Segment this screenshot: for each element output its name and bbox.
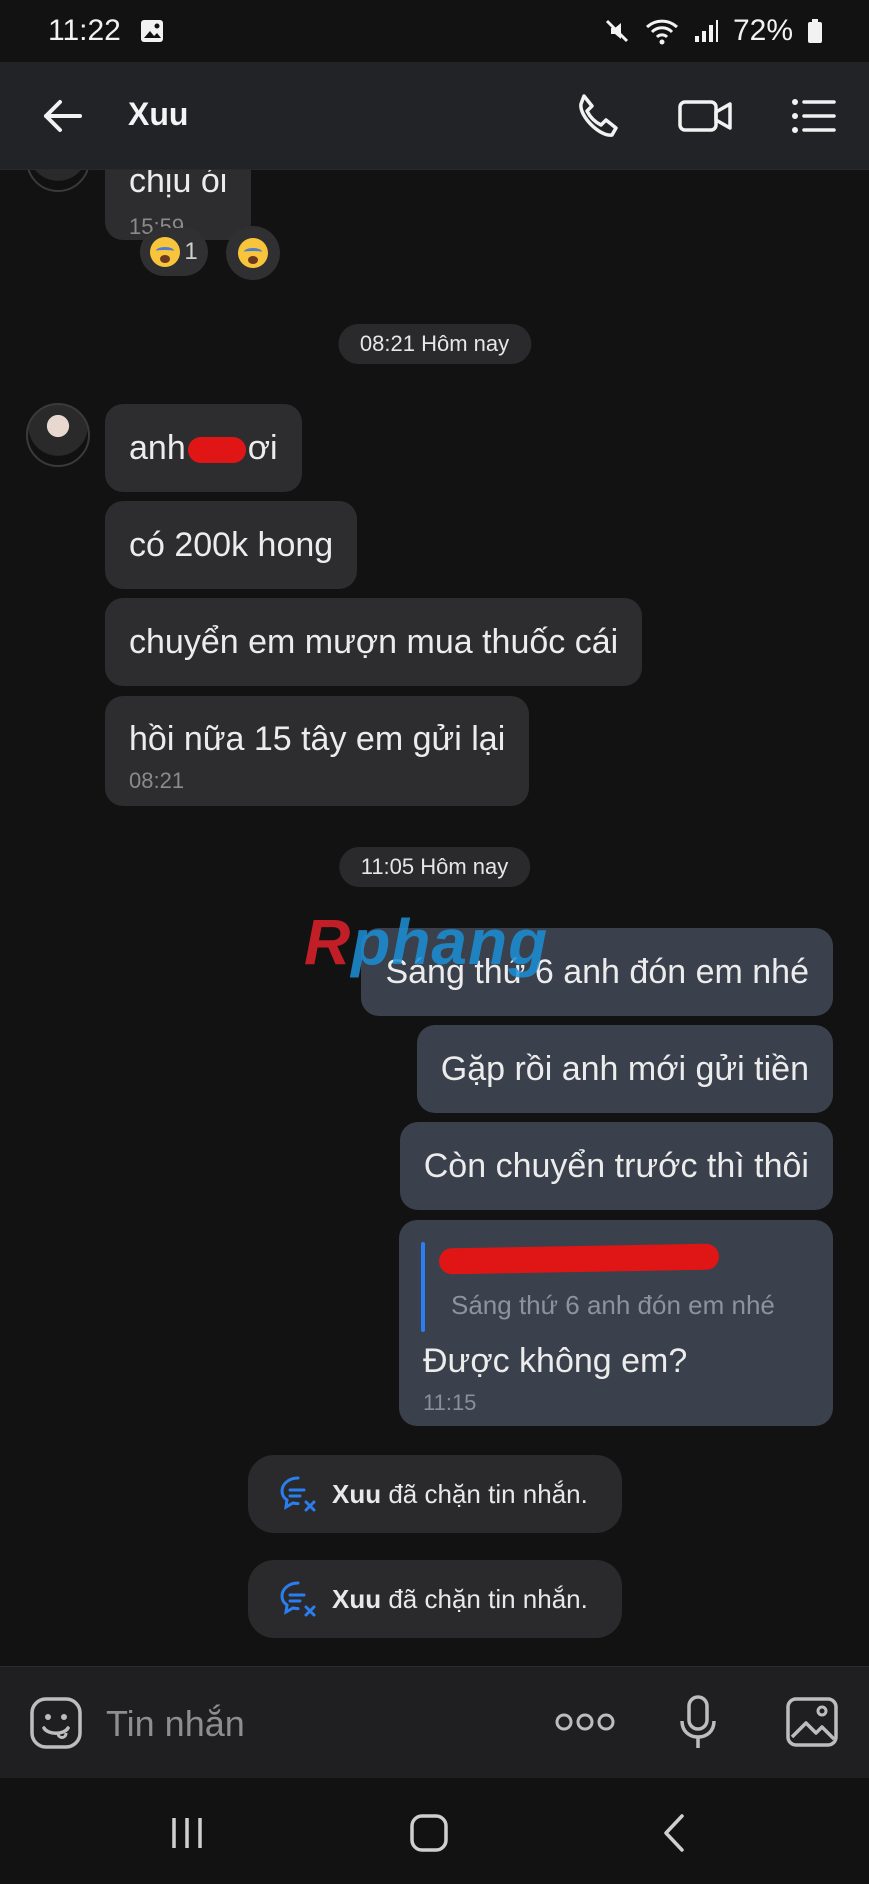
- back-nav-icon[interactable]: [650, 1808, 700, 1858]
- status-bar: 11:22 72%: [0, 0, 869, 62]
- chat-header: Xuu: [0, 62, 869, 170]
- watermark-logo: Rphang: [304, 905, 548, 979]
- message-bubble-outgoing[interactable]: Gặp rồi anh mới gửi tiền: [416, 1025, 833, 1113]
- signal-icon: [694, 20, 718, 42]
- wifi-icon: [645, 19, 678, 45]
- message-text-end: ơi: [247, 429, 278, 467]
- message-text: chuyển em mượn mua thuốc cái: [129, 623, 619, 661]
- recent-apps-icon[interactable]: [162, 1808, 212, 1858]
- message-text-start: anh: [129, 429, 186, 467]
- video-camera-icon[interactable]: [676, 90, 736, 142]
- contact-avatar[interactable]: [26, 403, 90, 467]
- system-notice-text: đã chặn tin nhắn.: [388, 1478, 588, 1509]
- battery-percent: 72%: [732, 14, 793, 47]
- message-bubble-incoming[interactable]: hồi nữa 15 tây em gửi lại 08:21: [105, 696, 530, 806]
- message-text: Gặp rồi anh mới gửi tiền: [440, 1050, 809, 1088]
- message-bubble-outgoing[interactable]: Còn chuyển trước thì thôi: [399, 1122, 833, 1210]
- system-notice-text: đã chặn tin nhắn.: [388, 1583, 588, 1614]
- message-text: Còn chuyển trước thì thôi: [423, 1147, 809, 1185]
- home-icon[interactable]: [404, 1808, 454, 1858]
- message-text: hồi nữa 15 tây em gửi lại: [129, 720, 506, 758]
- redaction-mark: [438, 1243, 720, 1275]
- system-navigation-bar: [0, 1778, 869, 1884]
- watermark-first-letter: R: [304, 906, 352, 978]
- blocked-message-icon: [280, 1581, 316, 1617]
- chat-scroll-area[interactable]: chịu ói 15:59 1 08:21 Hôm nay anh ơi có 2…: [0, 0, 869, 1666]
- system-notice-name: Xuu: [332, 1478, 382, 1509]
- message-time: 11:15: [423, 1390, 477, 1415]
- list-menu-icon[interactable]: [788, 90, 840, 142]
- microphone-icon[interactable]: [676, 1693, 720, 1753]
- message-input[interactable]: Tin nhắn: [106, 1703, 245, 1745]
- more-dots-icon[interactable]: [554, 1707, 616, 1737]
- crying-face-icon: [238, 238, 268, 268]
- redaction-mark: [187, 437, 246, 464]
- system-notice: Xuu đã chặn tin nhắn.: [248, 1455, 622, 1533]
- message-bubble-incoming[interactable]: anh ơi: [105, 404, 302, 492]
- reaction-chip[interactable]: 1: [140, 228, 208, 276]
- blocked-message-icon: [280, 1476, 316, 1512]
- message-bubble-incoming[interactable]: có 200k hong: [105, 501, 358, 589]
- date-separator: 11:05 Hôm nay: [338, 847, 531, 887]
- message-composer: Tin nhắn: [0, 1666, 869, 1778]
- mute-icon: [605, 19, 629, 43]
- message-text: có 200k hong: [129, 526, 334, 564]
- contact-name[interactable]: Xuu: [128, 96, 188, 133]
- message-time: 08:21: [129, 768, 185, 793]
- reply-message-bubble[interactable]: Sáng thứ 6 anh đón em nhé Được không em?…: [399, 1220, 833, 1426]
- battery-icon: [808, 19, 822, 43]
- message-bubble-incoming[interactable]: chuyển em mượn mua thuốc cái: [105, 598, 643, 686]
- quote-indicator: [421, 1242, 425, 1332]
- system-notice: Xuu đã chặn tin nhắn.: [248, 1560, 622, 1638]
- reaction-count: 1: [184, 238, 198, 265]
- arrow-left-icon[interactable]: [38, 92, 86, 140]
- quoted-message-text[interactable]: Sáng thứ 6 anh đón em nhé: [451, 1290, 775, 1321]
- message-text: Được không em?: [423, 1342, 688, 1380]
- system-notice-name: Xuu: [332, 1583, 382, 1614]
- gallery-notification-icon: [140, 20, 163, 42]
- date-separator: 08:21 Hôm nay: [337, 324, 532, 364]
- sticker-face-icon[interactable]: [28, 1695, 84, 1751]
- image-gallery-icon[interactable]: [784, 1695, 840, 1749]
- phone-icon[interactable]: [570, 90, 622, 142]
- crying-face-icon: [150, 237, 181, 267]
- add-reaction-button[interactable]: [226, 226, 280, 280]
- status-time: 11:22: [48, 14, 121, 47]
- watermark-rest: phang: [351, 906, 549, 978]
